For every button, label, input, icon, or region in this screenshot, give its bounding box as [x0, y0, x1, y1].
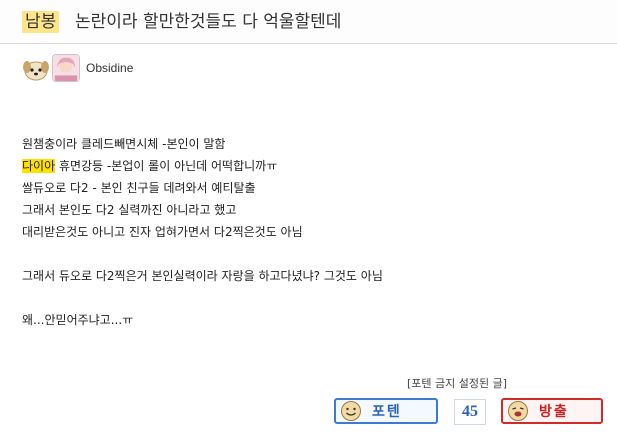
body-line: 다이아 휴면강등 -본업이 롤이 아닌데 어떡합니까ㅠ — [22, 155, 602, 177]
smile-face-icon — [341, 401, 361, 421]
avatar[interactable] — [52, 54, 80, 82]
post-title: 논란이라 할만한것들도 다 억울할텐데 — [75, 12, 342, 32]
bangchul-downvote-button[interactable]: 방출 — [501, 398, 603, 424]
body-text: 대리받은것도 아니고 진자 업혀가면서 다2찍은것도 아님 — [22, 225, 303, 239]
upvote-label: 포텐 — [372, 404, 402, 420]
post-body: 원챔충이라 클레드빼면시체 -본인이 말함다이아 휴면강등 -본업이 롤이 아닌… — [22, 133, 602, 331]
body-line: 그래서 듀오로 다2찍은거 본인실력이라 자랑을 하고다녔냐? 그것도 아님 — [22, 265, 602, 287]
highlighted-text: 다이아 — [22, 159, 56, 173]
body-text: 그래서 듀오로 다2찍은거 본인실력이라 자랑을 하고다녔냐? 그것도 아님 — [22, 269, 383, 283]
body-line — [22, 243, 602, 265]
dog-face-icon — [23, 61, 49, 81]
body-text: 그래서 본인도 다2 실력까진 아니라고 했고 — [22, 203, 237, 217]
vote-count: 45 — [454, 399, 486, 425]
laugh-face-icon — [508, 401, 528, 421]
body-text: 왜...안믿어주냐고...ㅠ — [22, 313, 134, 327]
post-header: 남봉 논란이라 할만한것들도 다 억울할텐데 — [0, 0, 617, 44]
body-text: 쌀듀오로 다2 - 본인 친구들 데려와서 예티탈출 — [22, 181, 256, 195]
body-text: 원챔충이라 클레드빼면시체 -본인이 말함 — [22, 137, 226, 151]
body-line: 그래서 본인도 다2 실력까진 아니라고 했고 — [22, 199, 602, 221]
body-line: 대리받은것도 아니고 진자 업혀가면서 다2찍은것도 아님 — [22, 221, 602, 243]
body-line — [22, 287, 602, 309]
body-line: 원챔충이라 클레드빼면시체 -본인이 말함 — [22, 133, 602, 155]
body-line: 쌀듀오로 다2 - 본인 친구들 데려와서 예티탈출 — [22, 177, 602, 199]
downvote-label: 방출 — [539, 404, 569, 420]
author-name[interactable]: Obsidine — [86, 61, 133, 75]
category-tag[interactable]: 남봉 — [22, 11, 60, 33]
body-line: 왜...안믿어주냐고...ㅠ — [22, 309, 602, 331]
poten-disabled-notice: [포텐 금지 설정된 글] — [407, 377, 508, 390]
body-text: 휴면강등 -본업이 롤이 아닌데 어떡합니까ㅠ — [55, 159, 278, 173]
poten-upvote-button[interactable]: 포텐 — [334, 398, 438, 424]
